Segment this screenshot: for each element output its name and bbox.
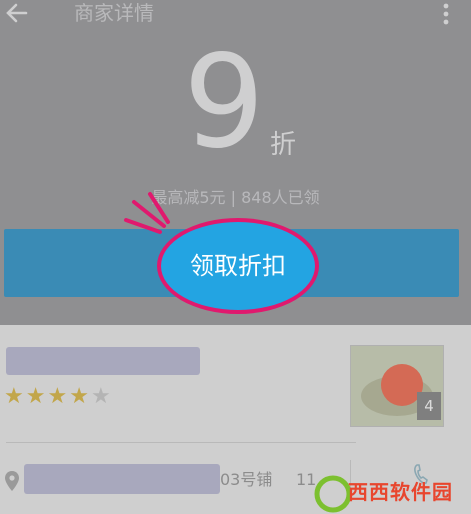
- divider: [6, 442, 356, 443]
- discount-info: 最高减5元 | 848人已领: [151, 188, 320, 207]
- star-icon: ★: [4, 384, 24, 409]
- page-title: 商家详情: [74, 1, 154, 25]
- watermark-text: 西西软件园: [348, 480, 453, 504]
- merchant-photo[interactable]: 4: [350, 345, 444, 427]
- address-redacted: [24, 464, 220, 494]
- discount-value: 9: [183, 28, 265, 177]
- rating-stars: ★ ★ ★ ★ ★: [4, 383, 111, 411]
- address-text[interactable]: 03号铺: [220, 469, 272, 491]
- star-empty-icon: ★: [90, 384, 111, 409]
- star-icon: ★: [47, 384, 68, 409]
- star-icon: ★: [25, 384, 46, 409]
- merchant-name-redacted: [6, 347, 200, 375]
- star-icon: ★: [69, 384, 89, 409]
- location-pin-icon: [5, 471, 19, 491]
- highlight-spark-icon: [124, 192, 170, 234]
- claim-discount-label[interactable]: 领取折扣: [157, 218, 319, 314]
- more-vertical-icon[interactable]: [441, 2, 451, 26]
- discount-unit: 折: [270, 130, 297, 160]
- arrow-left-icon[interactable]: [4, 0, 30, 26]
- photo-count: 4: [417, 392, 441, 420]
